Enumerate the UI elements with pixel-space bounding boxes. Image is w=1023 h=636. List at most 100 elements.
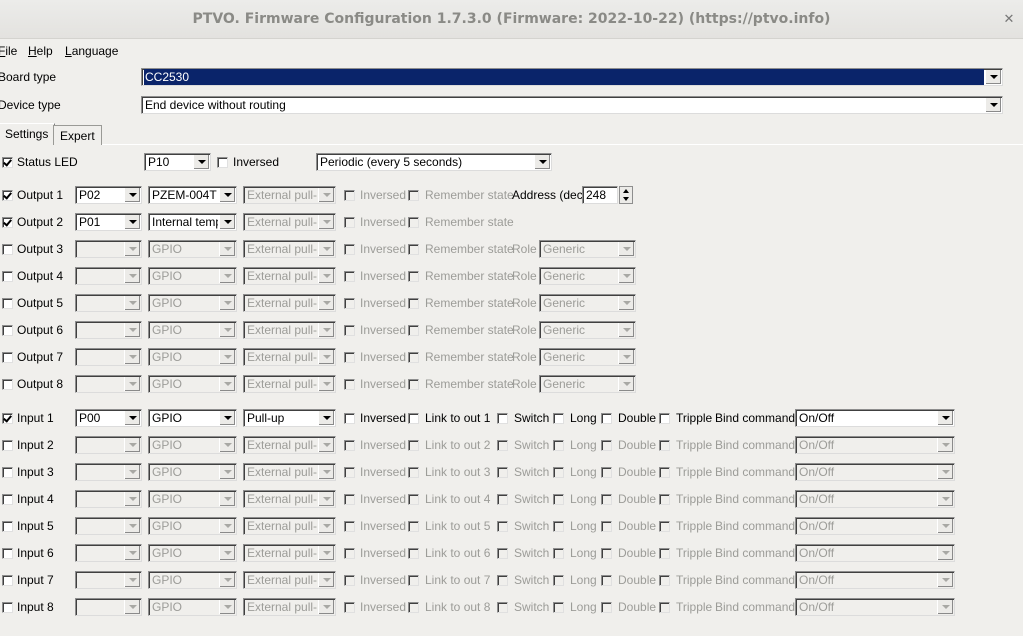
input-1-tripple-checkbox[interactable] [659,413,670,424]
chevron-down-icon[interactable] [318,573,334,587]
output-3-checkbox[interactable] [2,244,13,255]
input-7-checkbox[interactable] [2,575,13,586]
output-8-remember-checkbox[interactable] [408,379,419,390]
input-7-switch-checkbox[interactable] [497,575,508,586]
output-1-checkbox[interactable] [2,190,13,201]
chevron-down-icon[interactable] [124,242,140,256]
input-6-tripple-checkbox[interactable] [659,548,670,559]
output-5-inversed-checkbox[interactable] [344,298,355,309]
chevron-down-icon[interactable] [219,377,235,391]
input-5-pull-select[interactable]: External pull-up [243,517,336,535]
input-3-inversed-checkbox[interactable] [344,467,355,478]
input-6-long-checkbox[interactable] [553,548,564,559]
output-6-remember-checkbox[interactable] [408,325,419,336]
board-type-select[interactable]: CC2530 [141,68,1003,86]
input-5-long-checkbox[interactable] [553,521,564,532]
output-2-inversed-checkbox[interactable] [344,217,355,228]
output-8-inversed-checkbox[interactable] [344,379,355,390]
chevron-down-icon[interactable] [219,492,235,506]
output-3-type-select[interactable]: GPIO [148,240,237,258]
input-2-tripple-checkbox[interactable] [659,440,670,451]
chevron-down-icon[interactable] [219,438,235,452]
input-5-tripple-checkbox[interactable] [659,521,670,532]
chevron-down-icon[interactable] [124,269,140,283]
output-2-pin-select[interactable]: P01 [75,213,142,231]
input-8-type-select[interactable]: GPIO [148,598,237,616]
input-8-pull-select[interactable]: External pull-up [243,598,336,616]
chevron-down-icon[interactable] [219,323,235,337]
chevron-down-icon[interactable] [318,411,334,425]
output-4-checkbox[interactable] [2,271,13,282]
input-2-inversed-checkbox[interactable] [344,440,355,451]
input-4-double-checkbox[interactable] [601,494,612,505]
output-5-pull-select[interactable]: External pull-up [243,294,336,312]
output-7-inversed-checkbox[interactable] [344,352,355,363]
chevron-down-icon[interactable] [985,70,1001,84]
chevron-down-icon[interactable] [985,98,1001,112]
input-6-inversed-checkbox[interactable] [344,548,355,559]
output-6-type-select[interactable]: GPIO [148,321,237,339]
chevron-down-icon[interactable] [318,242,334,256]
chevron-down-icon[interactable] [124,600,140,614]
input-7-link-checkbox[interactable] [408,575,419,586]
input-3-link-checkbox[interactable] [408,467,419,478]
chevron-down-icon[interactable] [937,411,953,425]
output-6-pin-select[interactable] [75,321,142,339]
output-8-pull-select[interactable]: External pull-up [243,375,336,393]
chevron-down-icon[interactable] [318,188,334,202]
chevron-down-icon[interactable] [124,465,140,479]
output-1-address-spinner[interactable] [619,186,633,204]
chevron-down-icon[interactable] [219,188,235,202]
chevron-down-icon[interactable] [937,492,953,506]
chevron-down-icon[interactable] [193,155,209,169]
input-6-pull-select[interactable]: External pull-up [243,544,336,562]
input-6-bind-select[interactable]: On/Off [795,544,955,562]
output-1-type-select[interactable]: PZEM-004T V3 [148,186,237,204]
chevron-down-icon[interactable] [219,600,235,614]
input-2-switch-checkbox[interactable] [497,440,508,451]
chevron-down-icon[interactable] [124,438,140,452]
input-5-link-checkbox[interactable] [408,521,419,532]
chevron-down-icon[interactable] [318,519,334,533]
input-5-type-select[interactable]: GPIO [148,517,237,535]
input-8-switch-checkbox[interactable] [497,602,508,613]
output-8-role-select[interactable]: Generic [539,375,636,393]
chevron-down-icon[interactable] [618,323,634,337]
input-6-checkbox[interactable] [2,548,13,559]
menu-file[interactable]: File [0,43,17,59]
output-7-type-select[interactable]: GPIO [148,348,237,366]
output-5-pin-select[interactable] [75,294,142,312]
output-5-remember-checkbox[interactable] [408,298,419,309]
chevron-down-icon[interactable] [318,546,334,560]
chevron-down-icon[interactable] [219,411,235,425]
input-8-bind-select[interactable]: On/Off [795,598,955,616]
input-7-long-checkbox[interactable] [553,575,564,586]
output-6-role-select[interactable]: Generic [539,321,636,339]
input-7-double-checkbox[interactable] [601,575,612,586]
chevron-down-icon[interactable] [618,296,634,310]
chevron-down-icon[interactable] [318,323,334,337]
chevron-down-icon[interactable] [618,269,634,283]
input-2-checkbox[interactable] [2,440,13,451]
chevron-down-icon[interactable] [124,492,140,506]
chevron-down-icon[interactable] [124,215,140,229]
output-3-pin-select[interactable] [75,240,142,258]
input-5-switch-checkbox[interactable] [497,521,508,532]
output-8-checkbox[interactable] [2,379,13,390]
status-led-checkbox[interactable] [2,157,13,168]
input-3-pull-select[interactable]: External pull-up [243,463,336,481]
output-3-pull-select[interactable]: External pull-up [243,240,336,258]
chevron-down-icon[interactable] [318,269,334,283]
input-3-tripple-checkbox[interactable] [659,467,670,478]
output-7-role-select[interactable]: Generic [539,348,636,366]
input-7-pull-select[interactable]: External pull-up [243,571,336,589]
input-4-checkbox[interactable] [2,494,13,505]
output-4-inversed-checkbox[interactable] [344,271,355,282]
output-3-remember-checkbox[interactable] [408,244,419,255]
chevron-down-icon[interactable] [937,573,953,587]
input-4-pin-select[interactable] [75,490,142,508]
chevron-down-icon[interactable] [937,519,953,533]
input-2-type-select[interactable]: GPIO [148,436,237,454]
input-8-checkbox[interactable] [2,602,13,613]
input-3-checkbox[interactable] [2,467,13,478]
